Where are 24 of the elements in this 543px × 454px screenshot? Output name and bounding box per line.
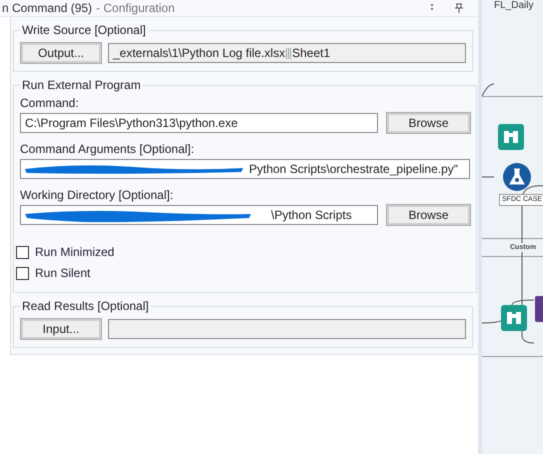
group-legend: Write Source [Optional] bbox=[20, 23, 148, 37]
working-directory-label: Working Directory [Optional]: bbox=[20, 188, 174, 202]
group-legend: Run External Program bbox=[20, 78, 143, 92]
browse-button[interactable]: Browse bbox=[387, 113, 470, 133]
checkbox[interactable]: Run Minimized bbox=[16, 245, 470, 259]
command-label: Command: bbox=[20, 96, 80, 110]
separator-icon bbox=[286, 48, 292, 58]
pin-icon[interactable] bbox=[454, 3, 464, 13]
group-legend: Read Results [Optional] bbox=[20, 299, 151, 313]
checkbox[interactable]: Run Silent bbox=[16, 266, 470, 280]
workflow-tab[interactable]: FL_Daily bbox=[494, 0, 534, 12]
output-button[interactable]: Output... bbox=[21, 43, 101, 63]
arguments-label: Command Arguments [Optional]: bbox=[20, 142, 196, 156]
flask-icon[interactable] bbox=[502, 162, 532, 192]
command-field[interactable]: C:\Program Files\Python313\python.exe bbox=[20, 113, 378, 133]
window-title: n Command (95) bbox=[2, 1, 92, 15]
input-button[interactable]: Input... bbox=[21, 319, 101, 339]
browse-button[interactable]: Browse bbox=[387, 205, 470, 225]
more-options-icon[interactable] bbox=[430, 3, 434, 13]
working-directory-field[interactable]: \Python Scripts bbox=[20, 205, 378, 225]
arguments-field[interactable]: Python Scripts\orchestrate_pipeline.py" bbox=[20, 159, 470, 179]
window-subtitle: - Configuration bbox=[96, 1, 175, 15]
input-field[interactable] bbox=[108, 319, 466, 339]
output-field[interactable]: _externals\1\Python Log file.xlsx Sheet1 bbox=[108, 43, 466, 63]
